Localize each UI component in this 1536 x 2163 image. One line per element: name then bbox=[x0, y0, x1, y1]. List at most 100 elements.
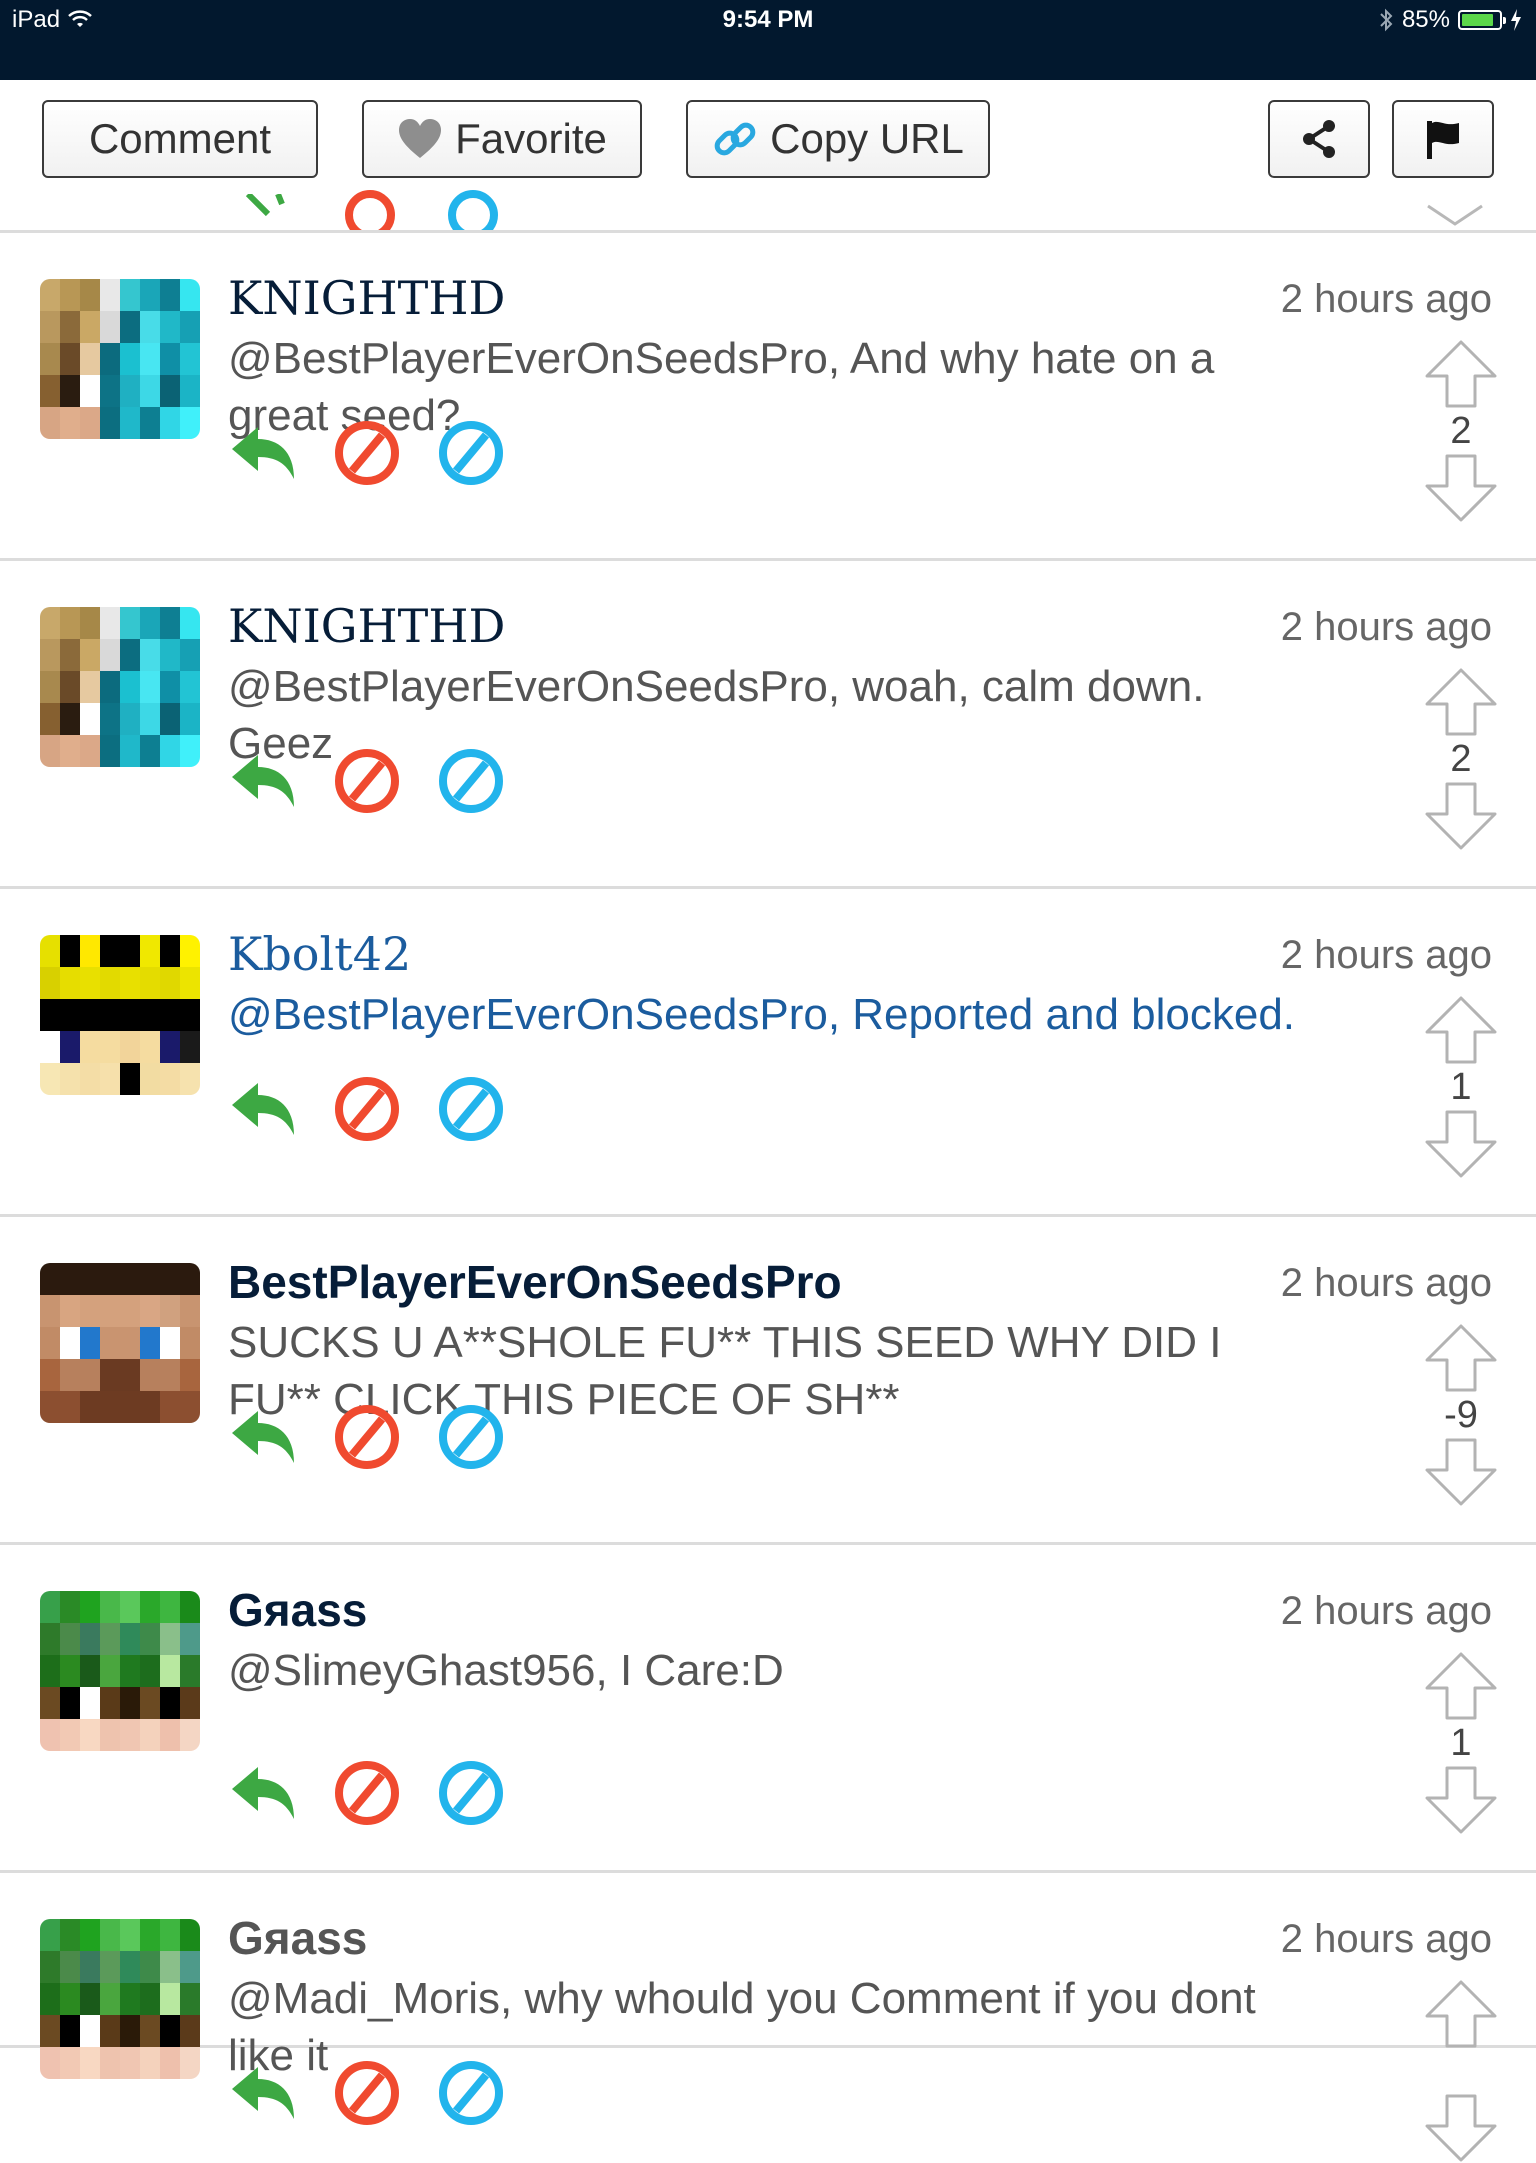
comment-timestamp: 2 hours ago bbox=[1280, 1261, 1492, 1305]
downvote-icon[interactable] bbox=[1423, 1765, 1499, 1835]
prohibited-icon bbox=[335, 1761, 399, 1825]
favorite-button[interactable]: Favorite bbox=[362, 100, 642, 178]
report-button[interactable] bbox=[332, 1074, 402, 1144]
block-button[interactable] bbox=[436, 1074, 506, 1144]
vote-count: 1 bbox=[1450, 1722, 1472, 1764]
share-icon bbox=[1303, 120, 1335, 158]
link-icon bbox=[714, 122, 756, 156]
vote-control bbox=[1416, 1979, 1506, 2163]
copy-url-button-label: Copy URL bbox=[770, 115, 964, 162]
vote-control: -9 bbox=[1416, 1323, 1506, 1507]
report-button[interactable] bbox=[332, 1758, 402, 1828]
report-button[interactable] bbox=[332, 2058, 402, 2128]
avatar[interactable] bbox=[40, 279, 200, 439]
share-button[interactable] bbox=[1268, 100, 1370, 178]
comment-username[interactable]: KNIGHTHD bbox=[228, 271, 505, 325]
comment-actions bbox=[228, 2058, 506, 2128]
vote-control: 2 bbox=[1416, 667, 1506, 851]
reply-button[interactable] bbox=[228, 746, 298, 816]
reply-button[interactable] bbox=[228, 2058, 298, 2128]
comment-username[interactable]: Kbolt42 bbox=[228, 927, 411, 981]
comment-button-label: Comment bbox=[88, 115, 272, 162]
report-button[interactable] bbox=[332, 1402, 402, 1472]
comment-text: @BestPlayerEverOnSeedsPro, Reported and … bbox=[228, 990, 1296, 1039]
comment-username[interactable]: BestPlayerEverOnSeedsPro bbox=[228, 1255, 842, 1309]
comment-timestamp: 2 hours ago bbox=[1280, 1917, 1492, 1961]
reply-icon bbox=[232, 1767, 294, 1819]
reply-button[interactable] bbox=[228, 1074, 298, 1144]
comment-timestamp: 2 hours ago bbox=[1280, 277, 1492, 321]
action-toolbar: Comment Favorite Copy URL bbox=[0, 80, 1536, 233]
block-button[interactable] bbox=[436, 418, 506, 488]
comment-button[interactable]: Comment bbox=[42, 100, 318, 178]
block-icon bbox=[439, 1761, 503, 1825]
vote-count: 2 bbox=[1450, 410, 1472, 452]
downvote-icon[interactable] bbox=[1423, 453, 1499, 523]
status-bar: iPad 9:54 PM 85% bbox=[0, 0, 1536, 80]
vote-count: 2 bbox=[1450, 738, 1472, 780]
flag-icon bbox=[1427, 121, 1459, 159]
avatar[interactable] bbox=[40, 607, 200, 767]
avatar[interactable] bbox=[40, 1263, 200, 1423]
report-flag-button[interactable] bbox=[1392, 100, 1494, 178]
block-button[interactable] bbox=[436, 2058, 506, 2128]
upvote-icon[interactable] bbox=[1423, 1979, 1499, 2049]
avatar[interactable] bbox=[40, 1591, 200, 1751]
avatar[interactable] bbox=[40, 1919, 200, 2079]
downvote-icon[interactable] bbox=[1423, 781, 1499, 851]
copy-url-button[interactable]: Copy URL bbox=[686, 100, 990, 178]
upvote-icon[interactable] bbox=[1423, 995, 1499, 1065]
downvote-icon[interactable] bbox=[1423, 2093, 1499, 2163]
upvote-icon[interactable] bbox=[1423, 1323, 1499, 1393]
vote-count: 1 bbox=[1450, 1066, 1472, 1108]
reply-icon bbox=[232, 1083, 294, 1135]
block-icon bbox=[439, 1405, 503, 1469]
avatar[interactable] bbox=[40, 935, 200, 1095]
clock: 9:54 PM bbox=[722, 6, 814, 33]
comment-timestamp: 2 hours ago bbox=[1280, 1589, 1492, 1633]
battery-icon bbox=[1458, 10, 1506, 30]
block-button[interactable] bbox=[436, 1758, 506, 1828]
bluetooth-icon bbox=[1380, 8, 1393, 32]
vote-count: -9 bbox=[1444, 1394, 1478, 1436]
report-icon-partial bbox=[345, 190, 395, 230]
block-icon bbox=[439, 2061, 503, 2125]
comment-actions bbox=[228, 1074, 506, 1144]
reply-icon bbox=[232, 755, 294, 807]
block-button[interactable] bbox=[436, 746, 506, 816]
block-icon bbox=[439, 1077, 503, 1141]
prohibited-icon bbox=[335, 2061, 399, 2125]
comment-timestamp: 2 hours ago bbox=[1280, 605, 1492, 649]
downvote-icon[interactable] bbox=[1423, 1109, 1499, 1179]
favorite-button-label: Favorite bbox=[455, 115, 607, 162]
reply-button[interactable] bbox=[228, 418, 298, 488]
block-icon bbox=[439, 421, 503, 485]
comment-item: Gяass 2 hours ago @SlimeyGhast956, I Care:… bbox=[0, 1545, 1536, 1873]
comment-actions bbox=[228, 1402, 506, 1472]
block-button[interactable] bbox=[436, 1402, 506, 1472]
prohibited-icon bbox=[335, 749, 399, 813]
upvote-icon[interactable] bbox=[1423, 339, 1499, 409]
report-button[interactable] bbox=[332, 418, 402, 488]
reply-icon bbox=[232, 1411, 294, 1463]
heart-icon bbox=[399, 119, 442, 158]
vote-control: 1 bbox=[1416, 1651, 1506, 1835]
comment-text: @SlimeyGhast956, I Care:D bbox=[228, 1646, 784, 1695]
upvote-icon[interactable] bbox=[1423, 1651, 1499, 1721]
reply-button[interactable] bbox=[228, 1402, 298, 1472]
block-icon bbox=[439, 749, 503, 813]
prohibited-icon bbox=[335, 1077, 399, 1141]
comment-item: Gяass 2 hours ago @Madi_Moris, why whould … bbox=[0, 1873, 1536, 2162]
reply-button[interactable] bbox=[228, 1758, 298, 1828]
comment-username[interactable]: KNIGHTHD bbox=[228, 599, 505, 653]
comment-timestamp: 2 hours ago bbox=[1280, 933, 1492, 977]
report-button[interactable] bbox=[332, 746, 402, 816]
comment-item: KNIGHTHD 2 hours ago @BestPlayerEverOnSeed… bbox=[0, 561, 1536, 889]
comment-username[interactable]: Gяass bbox=[228, 1911, 367, 1965]
downvote-icon[interactable] bbox=[1423, 1437, 1499, 1507]
comment-username[interactable]: Gяass bbox=[228, 1583, 367, 1637]
upvote-icon[interactable] bbox=[1423, 667, 1499, 737]
comment-actions bbox=[228, 1758, 506, 1828]
battery-percent: 85% bbox=[1401, 6, 1450, 33]
reply-icon bbox=[232, 2067, 294, 2119]
